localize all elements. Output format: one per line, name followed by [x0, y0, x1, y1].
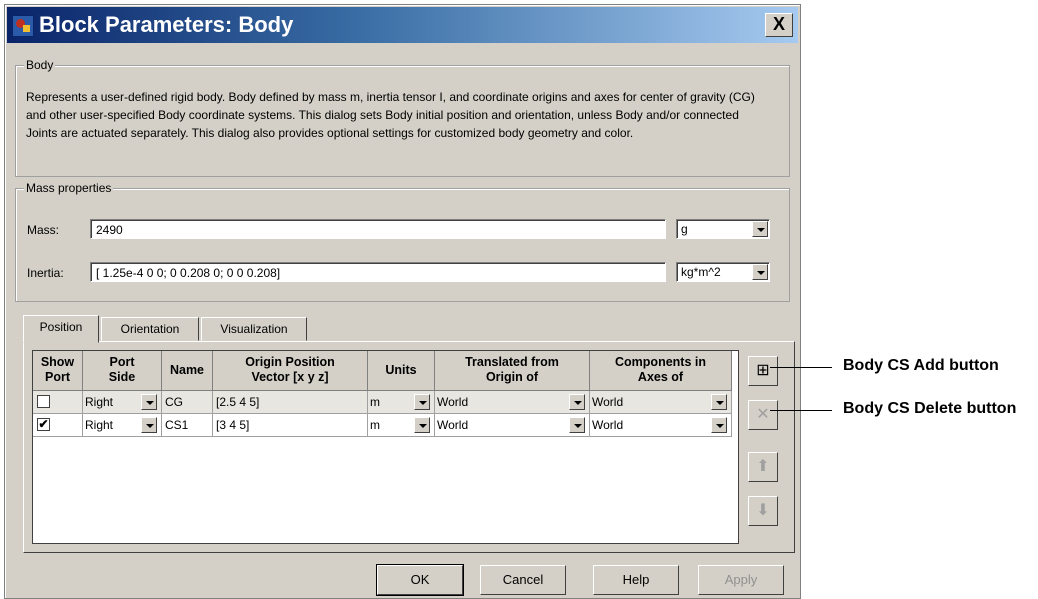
- body-group-legend: Body: [24, 58, 56, 72]
- add-row-icon: ⊞: [756, 362, 770, 379]
- table-row-2-vector[interactable]: [3 4 5]: [213, 414, 368, 437]
- inertia-unit-select[interactable]: kg*m^2: [676, 262, 770, 282]
- body-cs-table: Show Port Port Side Name Origin Position…: [32, 350, 739, 544]
- table-row-1-show-port: [33, 391, 83, 414]
- show-port-checkbox[interactable]: ✔: [37, 418, 50, 431]
- tab-position[interactable]: Position: [23, 315, 99, 343]
- table-row-1-vector[interactable]: [2.5 4 5]: [213, 391, 368, 414]
- column-header-port-side: Port Side: [83, 351, 162, 391]
- table-row-1-translated-from[interactable]: World: [435, 391, 590, 414]
- chevron-down-icon[interactable]: [711, 394, 727, 410]
- column-header-units: Units: [368, 351, 435, 391]
- mass-label: Mass:: [27, 223, 60, 237]
- components-axes-value: World: [592, 418, 624, 432]
- port-side-value: Right: [85, 418, 114, 432]
- translated-from-select[interactable]: World: [435, 392, 587, 412]
- ok-button[interactable]: OK: [376, 564, 464, 596]
- table-row-2-units[interactable]: m: [368, 414, 435, 437]
- tab-visualization[interactable]: Visualization: [201, 317, 307, 341]
- table-row-2-show-port: ✔: [33, 414, 83, 437]
- units-select[interactable]: m: [368, 392, 432, 412]
- components-axes-select[interactable]: World: [590, 392, 729, 412]
- cancel-button[interactable]: Cancel: [480, 565, 566, 595]
- body-group: Body Represents a user-defined rigid bod…: [15, 58, 790, 177]
- table-row-1-port-side[interactable]: Right: [83, 391, 162, 414]
- callout-delete-label: Body CS Delete button: [843, 400, 1017, 417]
- table-row-2-port-side[interactable]: Right: [83, 414, 162, 437]
- column-header-translated-from: Translated from Origin of: [435, 351, 590, 391]
- units-select[interactable]: m: [368, 415, 432, 435]
- translated-from-select[interactable]: World: [435, 415, 587, 435]
- table-row-2-name[interactable]: CS1: [162, 414, 213, 437]
- chevron-down-icon[interactable]: [141, 417, 157, 433]
- table-row-2-components-axes[interactable]: World: [590, 414, 732, 437]
- mass-input[interactable]: 2490: [90, 219, 666, 239]
- window-title: Block Parameters: Body: [39, 12, 294, 37]
- column-header-name: Name: [162, 351, 213, 391]
- port-side-select[interactable]: Right: [83, 415, 159, 435]
- column-header-components-axes: Components in Axes of: [590, 351, 732, 391]
- mass-properties-legend: Mass properties: [24, 181, 114, 195]
- body-cs-add-button[interactable]: ⊞: [748, 356, 778, 386]
- mass-properties-group: Mass properties Mass: 2490 g Inertia: [ …: [15, 181, 790, 302]
- chevron-down-icon[interactable]: [569, 394, 585, 410]
- chevron-down-icon[interactable]: [141, 394, 157, 410]
- translated-from-value: World: [437, 418, 469, 432]
- table-row-2-translated-from[interactable]: World: [435, 414, 590, 437]
- inertia-label: Inertia:: [27, 266, 64, 280]
- arrow-up-icon: ⬆: [756, 458, 770, 475]
- title-bar[interactable]: Block Parameters: Body X: [7, 7, 798, 43]
- body-cs-delete-button[interactable]: ✕: [748, 400, 778, 430]
- chevron-down-icon[interactable]: [414, 394, 430, 410]
- chevron-down-icon[interactable]: [752, 221, 768, 237]
- tab-orientation[interactable]: Orientation: [101, 317, 199, 341]
- inertia-input[interactable]: [ 1.25e-4 0 0; 0 0.208 0; 0 0 0.208]: [90, 262, 666, 282]
- move-up-button[interactable]: ⬆: [748, 452, 778, 482]
- move-down-button[interactable]: ⬇: [748, 496, 778, 526]
- close-button[interactable]: X: [765, 13, 793, 37]
- column-header-show-port: Show Port: [33, 351, 83, 391]
- table-row-1-components-axes[interactable]: World: [590, 391, 732, 414]
- delete-icon: ✕: [756, 406, 770, 423]
- chevron-down-icon[interactable]: [752, 264, 768, 280]
- components-axes-value: World: [592, 395, 624, 409]
- chevron-down-icon[interactable]: [569, 417, 585, 433]
- chevron-down-icon[interactable]: [414, 417, 430, 433]
- table-row-1-units[interactable]: m: [368, 391, 435, 414]
- chevron-down-icon[interactable]: [711, 417, 727, 433]
- units-value: m: [370, 418, 380, 432]
- port-side-select[interactable]: Right: [83, 392, 159, 412]
- components-axes-select[interactable]: World: [590, 415, 729, 435]
- callout-add-line: [770, 367, 832, 368]
- mass-unit-value: g: [681, 222, 688, 236]
- table-row-1-name[interactable]: CG: [162, 391, 213, 414]
- translated-from-value: World: [437, 395, 469, 409]
- position-tab-panel: Show Port Port Side Name Origin Position…: [23, 341, 795, 553]
- help-button[interactable]: Help: [593, 565, 679, 595]
- inertia-unit-value: kg*m^2: [681, 265, 721, 279]
- callout-delete-line: [770, 410, 832, 411]
- arrow-down-icon: ⬇: [756, 502, 770, 519]
- callout-add-label: Body CS Add button: [843, 357, 999, 374]
- simulink-app-icon: [12, 15, 34, 37]
- units-value: m: [370, 395, 380, 409]
- block-parameters-dialog: Block Parameters: Body X Body Represents…: [4, 4, 801, 599]
- mass-unit-select[interactable]: g: [676, 219, 770, 239]
- port-side-value: Right: [85, 395, 114, 409]
- apply-button[interactable]: Apply: [698, 565, 784, 595]
- body-description: Represents a user-defined rigid body. Bo…: [26, 90, 755, 140]
- show-port-checkbox[interactable]: [37, 395, 50, 408]
- column-header-origin-position: Origin Position Vector [x y z]: [213, 351, 368, 391]
